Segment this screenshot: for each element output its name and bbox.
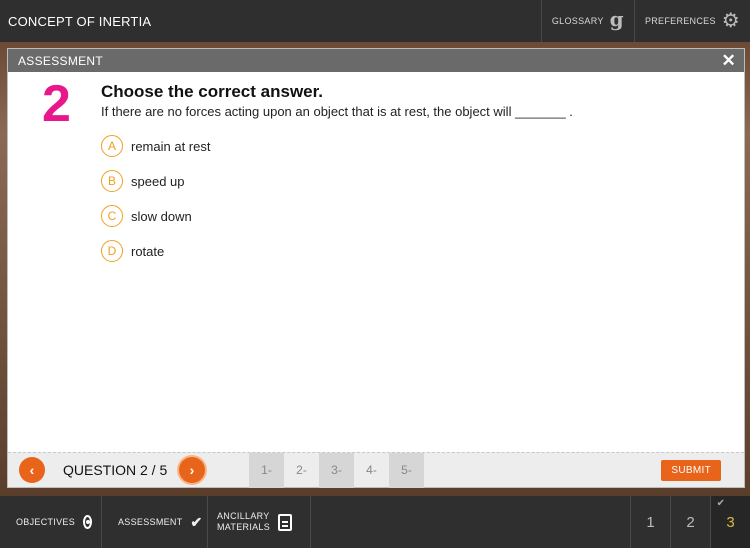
option-b[interactable]: B speed up bbox=[101, 170, 210, 192]
assessment-modal: ASSESSMENT ✕ 2 Choose the correct answer… bbox=[7, 48, 745, 488]
answer-options: A remain at rest B speed up C slow down … bbox=[101, 135, 210, 275]
previous-question-button[interactable]: ‹ bbox=[19, 457, 45, 483]
close-icon[interactable]: ✕ bbox=[721, 52, 736, 69]
page-2-button[interactable]: 2 bbox=[670, 496, 710, 548]
option-a[interactable]: A remain at rest bbox=[101, 135, 210, 157]
ancillary-materials-button[interactable]: ANCILLARY MATERIALS bbox=[208, 496, 311, 548]
option-c[interactable]: C slow down bbox=[101, 205, 210, 227]
question-text: If there are no forces acting upon an ob… bbox=[101, 104, 573, 119]
option-letter[interactable]: A bbox=[101, 135, 123, 157]
modal-body: 2 Choose the correct answer. If there ar… bbox=[8, 72, 744, 452]
page-3-button[interactable]: ✔ 3 bbox=[710, 496, 750, 548]
question-navigation: ‹ QUESTION 2 / 5 › 1- 2- 3- 4- 5- SUBMIT bbox=[8, 452, 744, 488]
glossary-g-icon: g bbox=[609, 7, 624, 31]
glossary-label: GLOSSARY bbox=[551, 16, 604, 26]
question-tab-5[interactable]: 5- bbox=[389, 452, 424, 488]
question-number: 2 bbox=[42, 75, 71, 133]
ancillary-label-line1: ANCILLARY bbox=[217, 511, 270, 521]
question-tab-1[interactable]: 1- bbox=[249, 452, 284, 488]
assessment-button[interactable]: ASSESSMENT ✔ bbox=[102, 496, 208, 548]
modal-title: ASSESSMENT bbox=[18, 53, 104, 68]
preferences-button[interactable]: PREFERENCES ⚙ bbox=[633, 0, 750, 42]
document-icon bbox=[278, 513, 293, 531]
option-text[interactable]: rotate bbox=[131, 244, 164, 259]
objectives-button[interactable]: OBJECTIVES bbox=[0, 496, 102, 548]
app-title: CONCEPT OF INERTIA bbox=[8, 13, 152, 29]
glossary-button[interactable]: GLOSSARY g bbox=[540, 0, 634, 42]
gear-icon: ⚙ bbox=[721, 10, 740, 32]
next-question-button[interactable]: › bbox=[179, 457, 205, 483]
ancillary-label-line2: MATERIALS bbox=[217, 522, 271, 532]
option-text[interactable]: remain at rest bbox=[131, 139, 210, 154]
question-tabs: 1- 2- 3- 4- 5- bbox=[249, 452, 424, 488]
question-counter: QUESTION 2 / 5 bbox=[63, 462, 168, 478]
page-1-button[interactable]: 1 bbox=[630, 496, 670, 548]
option-letter[interactable]: D bbox=[101, 240, 123, 262]
option-text[interactable]: speed up bbox=[131, 174, 185, 189]
question-tab-2[interactable]: 2- bbox=[284, 453, 319, 488]
chevron-right-icon: › bbox=[189, 462, 195, 478]
modal-header: ASSESSMENT ✕ bbox=[8, 49, 744, 72]
completed-check-icon: ✔ bbox=[716, 498, 725, 509]
top-bar: CONCEPT OF INERTIA GLOSSARY g PREFERENCE… bbox=[0, 0, 750, 42]
target-icon bbox=[83, 515, 92, 529]
check-icon: ✔ bbox=[190, 513, 203, 530]
bottom-bar-spacer bbox=[311, 496, 630, 548]
assessment-label: ASSESSMENT bbox=[118, 517, 183, 527]
objectives-label: OBJECTIVES bbox=[16, 517, 76, 527]
option-letter[interactable]: B bbox=[101, 170, 123, 192]
option-text[interactable]: slow down bbox=[131, 209, 192, 224]
option-d[interactable]: D rotate bbox=[101, 240, 210, 262]
chevron-left-icon: ‹ bbox=[29, 462, 35, 478]
ancillary-materials-label: ANCILLARY MATERIALS bbox=[217, 511, 270, 533]
page-3-label: 3 bbox=[726, 513, 735, 531]
submit-button[interactable]: SUBMIT bbox=[661, 459, 721, 481]
bottom-bar: OBJECTIVES ASSESSMENT ✔ ANCILLARY MATERI… bbox=[0, 496, 750, 548]
question-tab-3[interactable]: 3- bbox=[319, 452, 354, 488]
question-heading: Choose the correct answer. bbox=[101, 82, 324, 101]
option-letter[interactable]: C bbox=[101, 205, 123, 227]
question-tab-4[interactable]: 4- bbox=[354, 453, 389, 488]
preferences-label: PREFERENCES bbox=[644, 16, 716, 26]
